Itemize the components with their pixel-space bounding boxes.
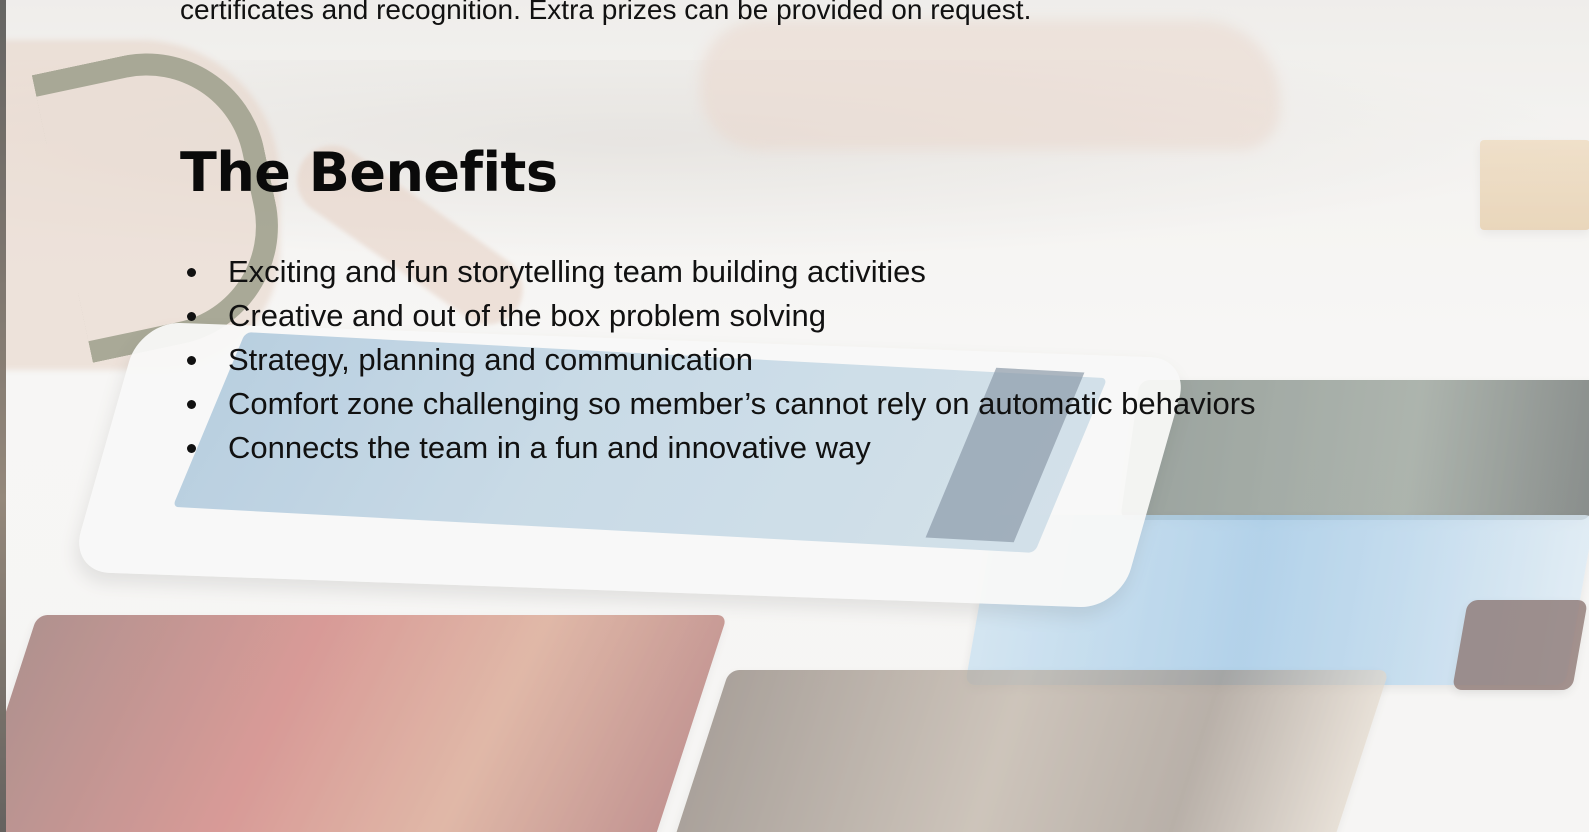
bullet-icon [187, 356, 196, 365]
page: certificates and recognition. Extra priz… [0, 0, 1589, 832]
bullet-icon [187, 444, 196, 453]
benefits-list: Exciting and fun storytelling team build… [180, 250, 1256, 470]
bullet-icon [187, 268, 196, 277]
list-item-text: Connects the team in a fun and innovativ… [228, 430, 871, 465]
list-item: Exciting and fun storytelling team build… [180, 250, 1256, 294]
list-item: Strategy, planning and communication [180, 338, 1256, 382]
list-item-text: Exciting and fun storytelling team build… [228, 254, 926, 289]
list-item: Connects the team in a fun and innovativ… [180, 426, 1256, 470]
intro-paragraph-tail: certificates and recognition. Extra priz… [180, 0, 1032, 25]
list-item: Creative and out of the box problem solv… [180, 294, 1256, 338]
list-item-text: Strategy, planning and communication [228, 342, 754, 377]
list-item-text: Comfort zone challenging so member’s can… [228, 386, 1256, 421]
bullet-icon [187, 400, 196, 409]
list-item-text: Creative and out of the box problem solv… [228, 298, 826, 333]
list-item: Comfort zone challenging so member’s can… [180, 382, 1256, 426]
bullet-icon [187, 312, 196, 321]
section-title: The Benefits [180, 141, 558, 204]
